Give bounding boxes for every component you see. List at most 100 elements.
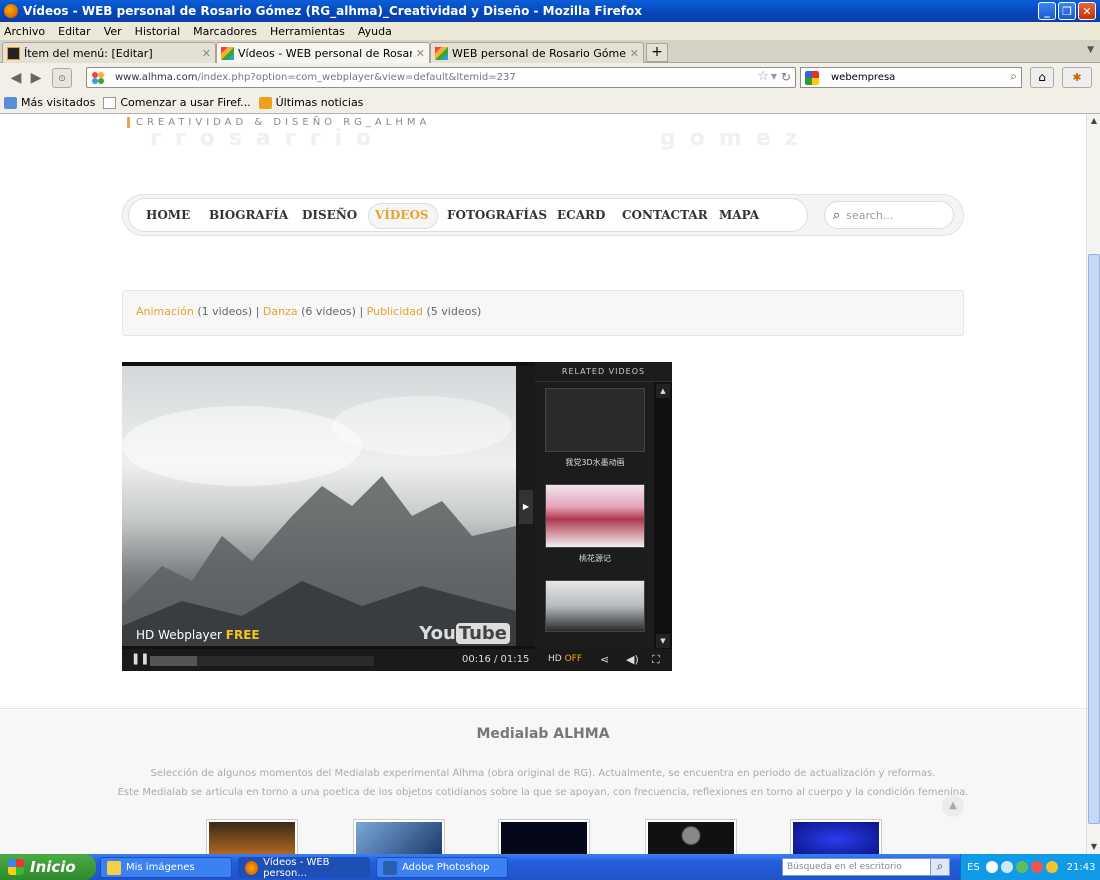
site-favicon bbox=[91, 70, 105, 85]
tray-icon[interactable] bbox=[1045, 861, 1058, 873]
search-engine-box[interactable]: webempresa ⌕ bbox=[800, 67, 1022, 88]
menu-archivo[interactable]: Archivo bbox=[4, 25, 45, 38]
tab-close-icon[interactable]: ✕ bbox=[630, 47, 639, 60]
scroll-up-icon[interactable]: ▲ bbox=[656, 384, 670, 398]
medialab-thumbnail[interactable] bbox=[206, 819, 298, 854]
start-button[interactable]: Inicio bbox=[0, 854, 96, 880]
url-bar[interactable]: www.alhma.com /index.php?option=com_webp… bbox=[86, 67, 796, 88]
category-danza[interactable]: Danza bbox=[263, 305, 298, 318]
category-publicidad[interactable]: Publicidad bbox=[367, 305, 423, 318]
bookmark-ultimas-noticias[interactable]: Últimas noticias bbox=[258, 96, 363, 109]
fullscreen-icon[interactable]: ⛶ bbox=[652, 653, 660, 667]
nav-fotografias[interactable]: FOTOGRAFÍAS bbox=[447, 208, 547, 222]
task-mis-imagenes[interactable]: Mis imágenes bbox=[100, 857, 232, 878]
folder-icon bbox=[107, 860, 121, 875]
nav-videos[interactable]: VÍDEOS bbox=[375, 208, 429, 222]
minimize-button[interactable]: _ bbox=[1038, 2, 1056, 20]
reload-icon[interactable]: ↻ bbox=[781, 70, 791, 84]
rss-icon bbox=[258, 96, 272, 109]
medialab-thumbnail[interactable] bbox=[498, 819, 590, 854]
tab-web-personal[interactable]: WEB personal de Rosario Gómez (RG_alh...… bbox=[430, 42, 644, 63]
scroll-thumb[interactable] bbox=[1088, 254, 1100, 824]
menu-historial[interactable]: Historial bbox=[135, 25, 180, 38]
task-photoshop[interactable]: Adobe Photoshop bbox=[376, 857, 508, 878]
scroll-up-icon[interactable]: ▲ bbox=[1087, 114, 1100, 128]
main-navigation: HOME BIOGRAFÍA DISEÑO VÍDEOS FOTOGRAFÍAS… bbox=[122, 194, 964, 236]
new-tab-button[interactable]: + bbox=[646, 43, 668, 62]
bookmarks-bar: Más visitados Comenzar a usar Firef... Ú… bbox=[0, 92, 1100, 114]
photoshop-icon bbox=[383, 860, 397, 875]
menu-marcadores[interactable]: Marcadores bbox=[193, 25, 257, 38]
search-icon[interactable]: ⌕ bbox=[1010, 69, 1017, 84]
desktop-search-icon[interactable]: ⌕ bbox=[930, 858, 950, 876]
volume-icon[interactable]: ◀) bbox=[626, 653, 639, 666]
url-history-icon[interactable]: ▼ bbox=[771, 72, 777, 81]
related-scrollbar[interactable]: ▲ ▼ bbox=[654, 382, 672, 650]
desktop-search-input[interactable]: Búsqueda en el escritorio bbox=[782, 858, 950, 876]
joomla-icon bbox=[7, 46, 20, 60]
tab-item-editar[interactable]: Ítem del menú: [Editar] ✕ bbox=[2, 42, 216, 63]
nav-ecard[interactable]: ECARD bbox=[557, 208, 605, 222]
bookmark-folder-icon bbox=[4, 96, 17, 109]
menu-ver[interactable]: Ver bbox=[104, 25, 122, 38]
related-video-item[interactable]: 桃花源记 bbox=[545, 484, 645, 564]
menu-editar[interactable]: Editar bbox=[58, 25, 91, 38]
page-icon bbox=[103, 96, 117, 109]
play-right-icon[interactable]: ▶ bbox=[519, 490, 533, 524]
nav-biografia[interactable]: BIOGRAFÍA bbox=[209, 208, 288, 222]
seek-bar[interactable] bbox=[150, 656, 374, 666]
tab-bar: Ítem del menú: [Editar] ✕ Vídeos - WEB p… bbox=[0, 40, 1100, 64]
medialab-thumbnail[interactable] bbox=[353, 819, 445, 854]
menubar: Archivo Editar Ver Historial Marcadores … bbox=[0, 22, 1100, 40]
back-to-top-icon[interactable]: ▲ bbox=[942, 795, 964, 817]
nav-diseno[interactable]: DISEÑO bbox=[302, 208, 357, 222]
page-scrollbar[interactable]: ▲ ▼ bbox=[1086, 114, 1100, 854]
tray-icon[interactable] bbox=[1030, 861, 1043, 873]
close-window-button[interactable]: ✕ bbox=[1078, 2, 1096, 20]
tab-videos[interactable]: Vídeos - WEB personal de Rosario Gómez..… bbox=[216, 42, 430, 64]
pause-icon[interactable]: ❚❚ bbox=[131, 652, 149, 665]
scroll-down-icon[interactable]: ▼ bbox=[656, 634, 670, 648]
share-icon[interactable]: ⋖ bbox=[600, 653, 609, 666]
related-video-item[interactable]: 我党3D水墨动画 bbox=[545, 388, 645, 468]
tray-icon[interactable] bbox=[985, 861, 998, 873]
nav-home[interactable]: HOME bbox=[146, 208, 190, 222]
addons-icon[interactable]: ✱ bbox=[1062, 67, 1092, 88]
tab-close-icon[interactable]: ✕ bbox=[202, 47, 211, 60]
youtube-logo[interactable]: You Tube bbox=[419, 623, 510, 644]
page-content: CREATIVIDAD & DISEÑO RG_ALHMA rrosarrio … bbox=[0, 114, 1086, 854]
back-icon[interactable]: ◀ bbox=[6, 68, 26, 88]
category-animacion[interactable]: Animación bbox=[136, 305, 194, 318]
tab-close-icon[interactable]: ✕ bbox=[416, 47, 425, 60]
hd-toggle[interactable]: HD OFF bbox=[548, 654, 582, 664]
menu-ayuda[interactable]: Ayuda bbox=[358, 25, 392, 38]
home-icon[interactable]: ⌂ bbox=[1030, 67, 1054, 88]
bookmark-comenzar[interactable]: Comenzar a usar Firef... bbox=[103, 96, 251, 109]
nav-contactar[interactable]: CONTACTAR bbox=[622, 208, 708, 222]
tray-icon[interactable] bbox=[1000, 861, 1013, 873]
task-firefox-videos[interactable]: Vídeos - WEB person... bbox=[238, 857, 370, 879]
bookmark-star-icon[interactable]: ☆ bbox=[757, 69, 769, 84]
medialab-thumbnail[interactable] bbox=[790, 819, 882, 854]
medialab-description-1: Selección de algunos momentos del Medial… bbox=[150, 768, 936, 779]
identity-icon[interactable]: ⊙ bbox=[52, 67, 72, 88]
bookmark-mas-visitados[interactable]: Más visitados bbox=[4, 96, 95, 109]
player-controls: ❚❚ 00:16 / 01:15 HD OFF ⋖ ◀) ⛶ bbox=[122, 649, 672, 671]
nav-mapa[interactable]: MAPA bbox=[719, 208, 759, 222]
site-search-input[interactable]: ⌕ search... bbox=[824, 201, 954, 229]
scroll-down-icon[interactable]: ▼ bbox=[1087, 840, 1100, 854]
url-domain: www.alhma.com bbox=[115, 72, 198, 83]
search-value: webempresa bbox=[831, 72, 896, 83]
medialab-thumbnail[interactable] bbox=[645, 819, 737, 854]
video-screen[interactable]: HD Webplayer FREE You Tube bbox=[122, 366, 516, 646]
menu-herramientas[interactable]: Herramientas bbox=[270, 25, 345, 38]
ghost-text-right: gomez bbox=[660, 126, 812, 151]
maximize-button[interactable]: ❐ bbox=[1058, 2, 1076, 20]
forward-icon[interactable]: ▶ bbox=[26, 68, 46, 88]
tab-list-icon[interactable]: ▼ bbox=[1087, 45, 1094, 55]
tray-icon[interactable] bbox=[1015, 861, 1028, 873]
related-panel-toggle: ▶ bbox=[516, 366, 535, 646]
language-indicator[interactable]: ES bbox=[967, 862, 980, 873]
related-video-item[interactable] bbox=[545, 580, 645, 632]
video-categories: Animación (1 videos) | Danza (6 videos) … bbox=[122, 290, 964, 336]
